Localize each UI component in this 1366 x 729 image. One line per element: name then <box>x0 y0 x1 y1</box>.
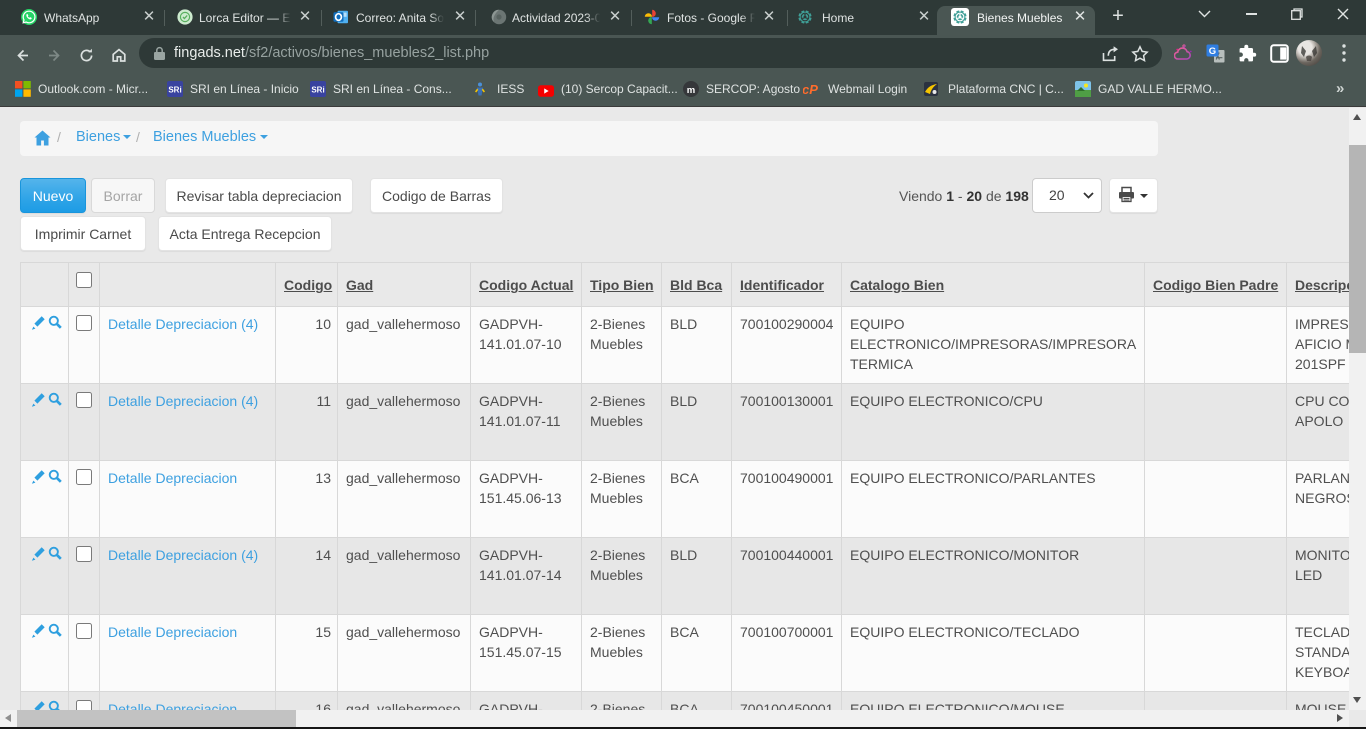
svg-text:G: G <box>1209 46 1216 57</box>
svg-text:SRi: SRi <box>168 86 181 95</box>
svg-text:m: m <box>687 85 695 96</box>
svg-text:cP: cP <box>803 82 818 97</box>
svg-text:SRi: SRi <box>311 86 324 95</box>
